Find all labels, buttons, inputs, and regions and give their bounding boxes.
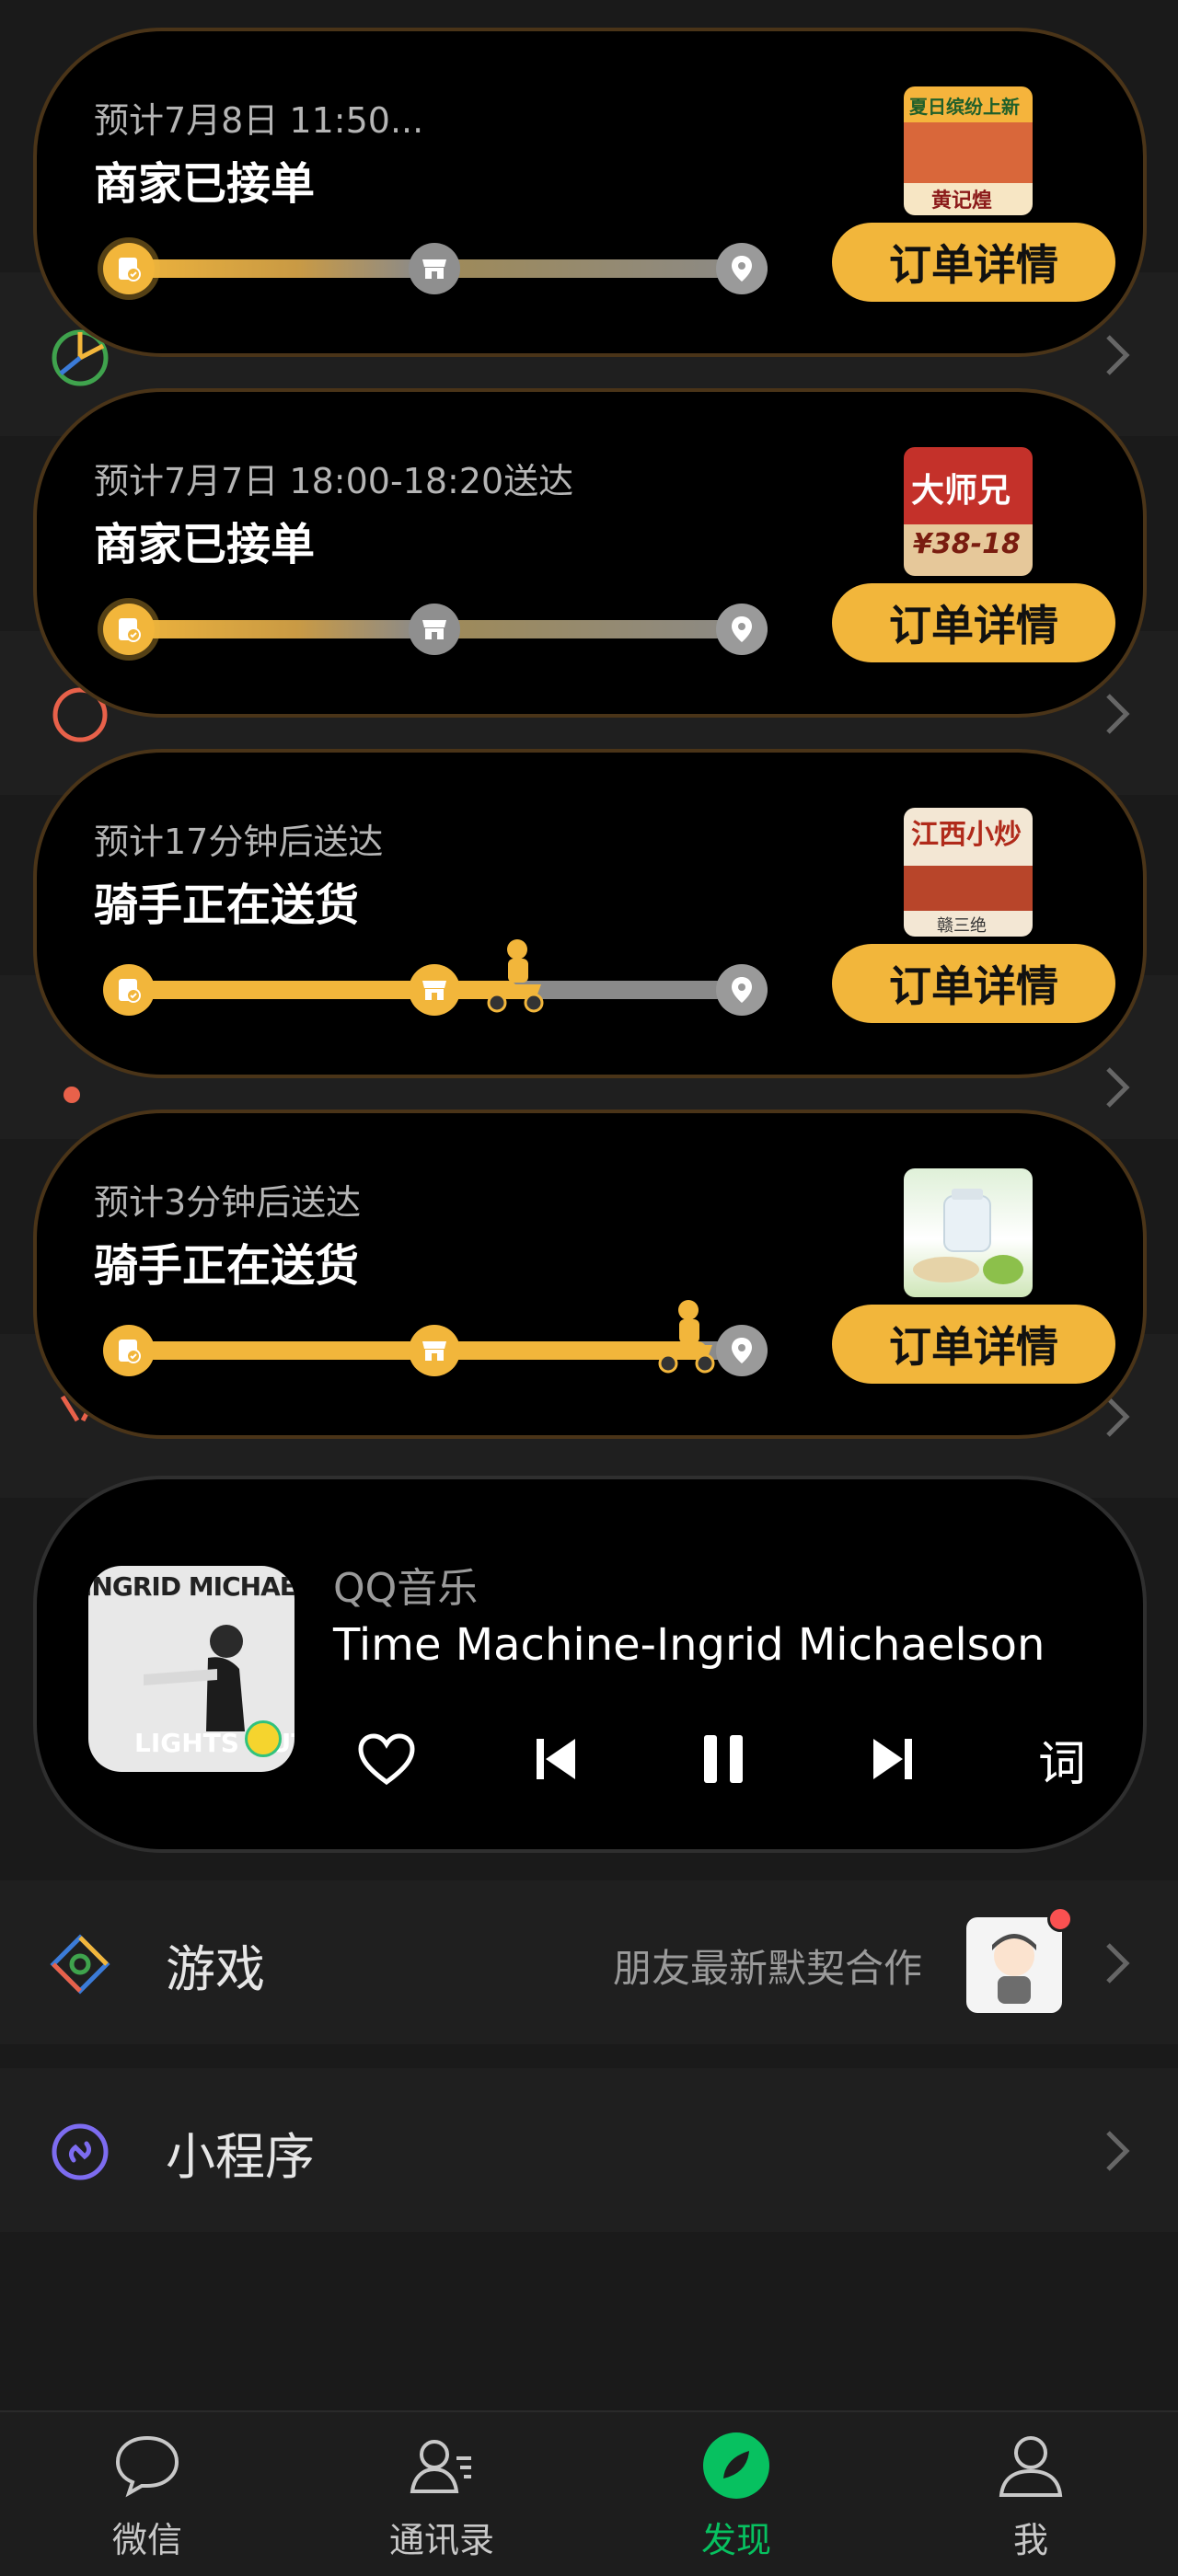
order-placed-icon [103,604,155,655]
order-progress-fill [109,1341,707,1360]
thumbnail-banner-text: 夏日缤纷上新 [909,96,1020,118]
chevron-right-icon [1106,1067,1130,1108]
games-label: 游戏 [166,1940,265,1998]
chevron-right-icon [1106,1943,1130,1984]
order-card[interactable]: 预计7月7日 18:00-18:20送达 商家已接单 大师兄 ¥38-18 订单… [33,388,1147,718]
order-progress-fill [109,620,422,638]
list-row-mini-programs[interactable]: 小程序 [0,2068,1178,2232]
tab-label: 通讯录 [388,2520,494,2560]
tab-chats[interactable]: 微信 [55,2412,239,2576]
order-detail-button[interactable]: 订单详情 [832,944,1115,1023]
order-placed-icon [103,1325,155,1376]
order-card[interactable]: 预计3分钟后送达 骑手正在送货 订单详情 [33,1110,1147,1439]
music-player-card[interactable]: INGRID MICHAELSON LIGHTS OUT QQ音乐 Time M… [33,1476,1147,1853]
tab-label: 微信 [111,2520,182,2560]
previous-icon [537,1739,575,1779]
contacts-icon [410,2440,471,2493]
song-title: Time Machine-Ingrid Michaelson [333,1619,1045,1671]
pause-button[interactable] [687,1722,760,1796]
order-status: 商家已接单 [94,158,316,210]
order-progress-track [103,243,768,294]
cartoon-avatar [992,1934,1036,2004]
music-source-label: QQ音乐 [333,1565,479,1612]
store-icon [409,604,460,655]
music-note-icon [64,1087,80,1103]
next-icon [873,1739,912,1779]
delivery-rider-icon [486,939,544,1013]
like-button[interactable] [350,1722,423,1796]
order-detail-button[interactable]: 订单详情 [832,1305,1115,1384]
thumbnail-sub-text: 赣三绝 [937,916,987,936]
order-placed-icon [103,243,155,294]
order-status: 商家已接单 [94,519,316,570]
thumbnail-price-text: ¥38-18 [913,528,1021,560]
mini-programs-label: 小程序 [166,2128,315,2186]
thumbnail-brand-text: 大师兄 [911,472,1011,510]
location-pin-icon [716,964,768,1016]
chat-bubble-icon [115,2435,179,2498]
merchant-thumbnail: 夏日缤纷上新 黄记煌 [904,86,1033,215]
location-pin-icon [716,604,768,655]
product-image [913,1189,1023,1284]
store-icon [409,243,460,294]
thumbnail-brand-text: 黄记煌 [931,190,993,213]
order-detail-button[interactable]: 订单详情 [832,223,1115,302]
compass-icon [703,2432,769,2499]
order-placed-icon [103,964,155,1016]
person-icon [999,2436,1063,2497]
order-eta: 预计7月8日 11:50... [94,100,424,141]
order-progress-track [103,604,768,655]
previous-button[interactable] [519,1722,593,1796]
merchant-thumbnail: 江西小炒 赣三绝 [904,808,1033,937]
tab-contacts[interactable]: 通讯录 [350,2412,534,2576]
chevron-right-icon [1106,2131,1130,2171]
album-cover: INGRID MICHAELSON LIGHTS OUT [88,1566,294,1772]
order-eta: 预计7月7日 18:00-18:20送达 [94,461,574,501]
pause-icon [704,1735,743,1783]
tab-label: 我 [1012,2520,1048,2560]
tab-discover[interactable]: 发现 [644,2412,828,2576]
order-eta: 预计3分钟后送达 [94,1182,362,1223]
store-icon [409,1325,460,1376]
location-pin-icon [716,243,768,294]
next-button[interactable] [856,1722,930,1796]
list-row-games[interactable]: 游戏 朋友最新默契合作 [0,1880,1178,2044]
order-progress-fill [109,259,422,278]
order-status: 骑手正在送货 [94,880,360,931]
order-card[interactable]: 预计7月8日 11:50... 商家已接单 夏日缤纷上新 黄记煌 订单详情 [33,28,1147,357]
order-detail-button[interactable]: 订单详情 [832,583,1115,662]
mini-program-icon [52,2123,109,2180]
location-pin-icon [716,1325,768,1376]
order-progress-track [103,1300,768,1376]
chevron-right-icon [1106,335,1130,375]
qq-music-badge-icon [245,1720,282,1757]
thumbnail-brand-text: 江西小炒 [911,819,1022,851]
games-hint: 朋友最新默契合作 [613,1946,923,1991]
order-progress-track [103,939,768,1016]
games-icon [50,1934,110,1995]
store-icon [409,964,460,1016]
tab-label: 发现 [700,2520,771,2560]
lyrics-button[interactable]: 词 [1025,1722,1099,1796]
notification-dot [1047,1906,1073,1932]
bottom-tab-bar: 微信 通讯录 发现 我 [0,2410,1178,2576]
heart-icon [358,1733,415,1786]
delivery-rider-icon [657,1300,715,1374]
tab-me[interactable]: 我 [939,2412,1123,2576]
order-eta: 预计17分钟后送达 [94,822,384,862]
merchant-thumbnail: 大师兄 ¥38-18 [904,447,1033,576]
order-status: 骑手正在送货 [94,1240,360,1292]
merchant-thumbnail [904,1168,1033,1297]
games-avatar [966,1917,1062,2013]
order-card[interactable]: 预计17分钟后送达 骑手正在送货 江西小炒 赣三绝 订单详情 [33,749,1147,1078]
chevron-right-icon [1106,694,1130,734]
